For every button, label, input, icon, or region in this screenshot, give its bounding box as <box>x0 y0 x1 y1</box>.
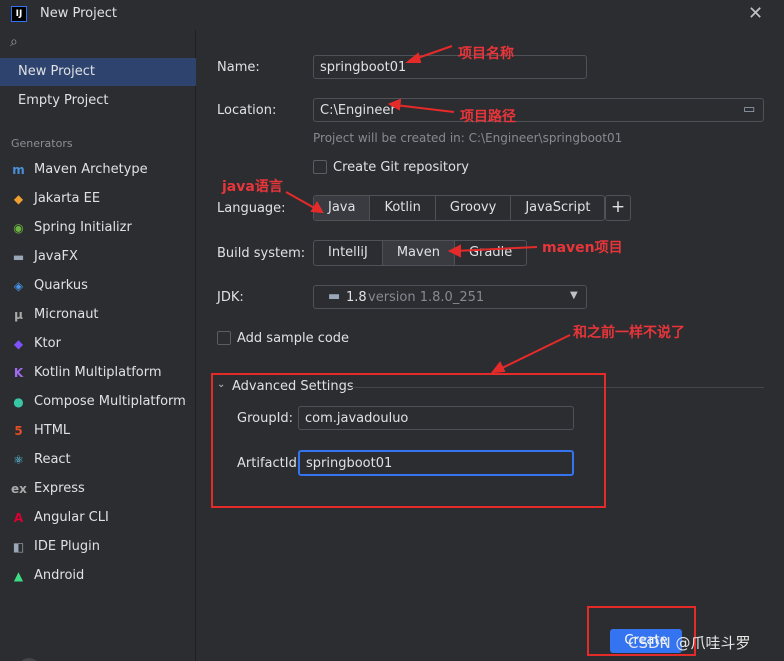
generator-label: Kotlin Multiplatform <box>34 365 162 380</box>
language-option-javascript[interactable]: JavaScript <box>511 196 604 220</box>
angular-icon: A <box>13 511 24 525</box>
build-system-selector: IntelliJ Maven Gradle <box>313 240 528 266</box>
location-label: Location: <box>217 103 277 118</box>
generator-item[interactable]: ▬ JavaFX <box>0 243 196 271</box>
generator-item[interactable]: ◆ Ktor <box>0 330 196 358</box>
generator-item[interactable]: ● Compose Multiplatform <box>0 388 196 416</box>
ktor-icon: ◆ <box>13 337 24 351</box>
jdk-folder-icon: ▬ <box>328 289 341 304</box>
generator-item[interactable]: K Kotlin Multiplatform <box>0 359 196 387</box>
generator-item[interactable]: ◈ Quarkus <box>0 272 196 300</box>
name-annotation: 项目名称 <box>458 46 514 62</box>
language-label: Language: <box>217 201 286 216</box>
location-annotation: 项目路径 <box>460 109 516 125</box>
folder-browse-icon[interactable]: ▭ <box>743 102 755 117</box>
generator-label: Angular CLI <box>34 510 109 525</box>
chevron-down-icon: ▼ <box>570 290 578 301</box>
micronaut-icon: μ <box>14 308 23 322</box>
language-option-groovy[interactable]: Groovy <box>436 196 512 220</box>
folder-icon: ▬ <box>12 250 25 264</box>
kotlin-icon: K <box>13 366 24 380</box>
build-option-gradle[interactable]: Gradle <box>455 241 526 265</box>
generator-label: React <box>34 452 71 467</box>
express-icon: ex <box>11 482 27 496</box>
build-option-intellij[interactable]: IntelliJ <box>314 241 383 265</box>
generator-label: Micronaut <box>34 307 99 322</box>
generator-item[interactable]: μ Micronaut <box>0 301 196 329</box>
advanced-highlight-box <box>211 373 606 508</box>
generator-item[interactable]: m Maven Archetype <box>0 156 196 184</box>
generator-label: HTML <box>34 423 71 438</box>
name-label: Name: <box>217 60 260 75</box>
generator-item[interactable]: A Angular CLI <box>0 504 196 532</box>
generator-label: JavaFX <box>34 249 78 264</box>
generator-item[interactable]: ◧ IDE Plugin <box>0 533 196 561</box>
generator-label: Quarkus <box>34 278 88 293</box>
spring-icon: ◉ <box>13 221 24 235</box>
generator-item[interactable]: ◉ Spring Initializr <box>0 214 196 242</box>
plugin-icon: ◧ <box>12 540 25 554</box>
generator-label: Android <box>34 568 85 583</box>
build-system-label: Build system: <box>217 246 306 261</box>
jdk-select[interactable]: ▬ 1.8 version 1.8.0_251 ▼ <box>313 285 587 309</box>
sample-code-checkbox[interactable] <box>217 331 231 345</box>
generator-item[interactable]: ex Express <box>0 475 196 503</box>
generator-label: IDE Plugin <box>34 539 100 554</box>
language-option-kotlin[interactable]: Kotlin <box>370 196 436 220</box>
generator-label: Maven Archetype <box>34 162 148 177</box>
git-label: Create Git repository <box>333 160 469 175</box>
sidebar: ⌕ New Project Empty Project Generators m… <box>0 30 196 661</box>
android-icon: ▲ <box>13 569 24 583</box>
git-checkbox[interactable] <box>313 160 327 174</box>
jdk-label: JDK: <box>217 290 244 305</box>
generator-item[interactable]: ◆ Jakarta EE <box>0 185 196 213</box>
name-input[interactable] <box>313 55 587 79</box>
intellij-icon: IJ <box>11 6 27 22</box>
watermark: CSDN @爪哇斗罗 <box>628 634 751 652</box>
generators-header: Generators <box>11 137 73 150</box>
generator-label: Spring Initializr <box>34 220 132 235</box>
location-input[interactable] <box>313 98 764 122</box>
jdk-version: 1.8 <box>346 290 367 305</box>
generator-item[interactable]: ▲ Android <box>0 562 196 590</box>
title-bar: IJ New Project ✕ <box>0 0 784 30</box>
generator-label: Compose Multiplatform <box>34 394 186 409</box>
m-icon: m <box>12 163 25 177</box>
generator-label: Ktor <box>34 336 61 351</box>
advanced-annotation: 和之前一样不说了 <box>573 325 685 341</box>
generator-label: Jakarta EE <box>34 191 101 206</box>
html5-icon: 5 <box>14 424 23 438</box>
maven-annotation: maven项目 <box>542 240 623 256</box>
quarkus-icon: ◈ <box>13 279 24 293</box>
search-icon[interactable]: ⌕ <box>10 34 18 50</box>
compose-icon: ● <box>13 395 24 409</box>
jdk-version-detail: version 1.8.0_251 <box>368 290 485 305</box>
sidebar-item-new-project[interactable]: New Project <box>0 58 196 86</box>
react-icon: ⚛ <box>13 453 24 467</box>
sidebar-item-empty-project[interactable]: Empty Project <box>0 87 196 115</box>
generator-item[interactable]: ⚛ React <box>0 446 196 474</box>
generator-item[interactable]: 5 HTML <box>0 417 196 445</box>
generator-label: Express <box>34 481 85 496</box>
build-option-maven[interactable]: Maven <box>382 241 455 265</box>
jakarta-icon: ◆ <box>13 192 24 206</box>
window-title: New Project <box>40 6 117 21</box>
language-option-java[interactable]: Java <box>314 196 371 220</box>
add-language-button[interactable]: + <box>605 195 631 221</box>
close-icon[interactable]: ✕ <box>748 3 763 24</box>
location-hint: Project will be created in: C:\Engineer\… <box>313 131 623 145</box>
sample-code-label: Add sample code <box>237 331 350 346</box>
java-annotation: java语言 <box>222 179 283 195</box>
language-selector: Java Kotlin Groovy JavaScript <box>313 195 606 221</box>
